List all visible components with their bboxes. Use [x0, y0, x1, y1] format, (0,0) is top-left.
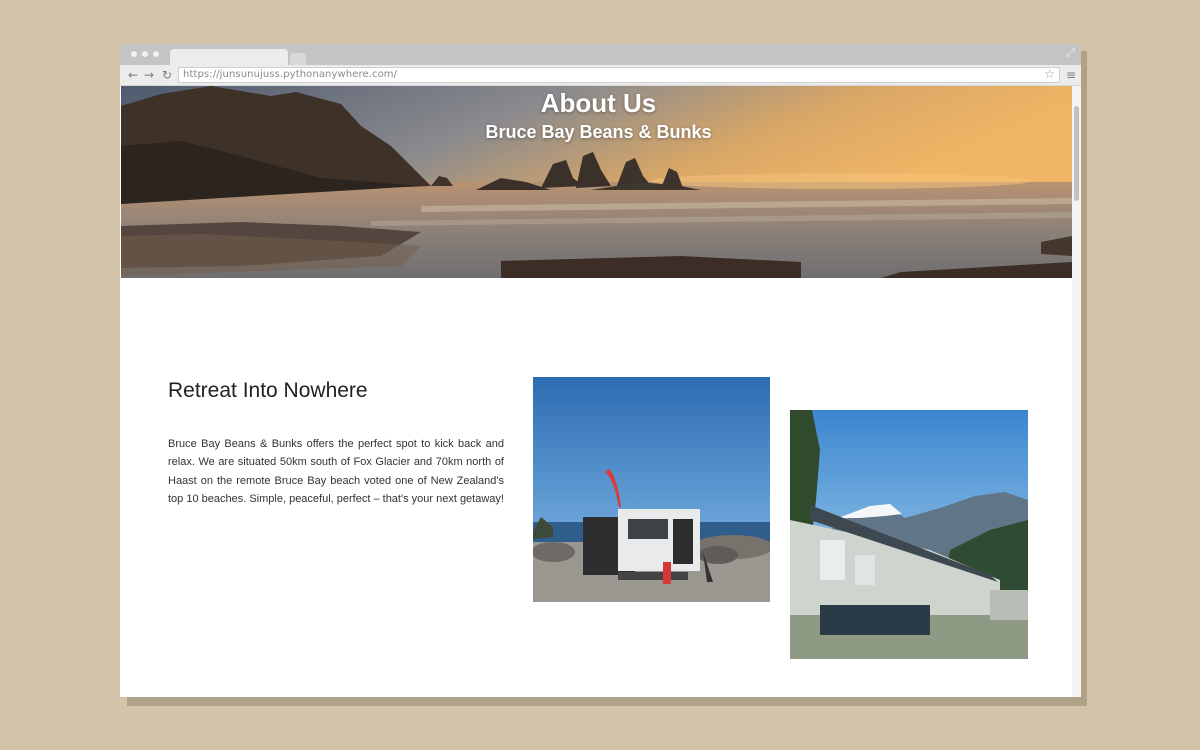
page-title: About Us	[540, 88, 657, 118]
reload-icon[interactable]: ↻	[162, 67, 172, 83]
address-bar[interactable]: https://junsunujuss.pythonanywhere.com/ …	[178, 67, 1060, 83]
browser-window: ⤢ ← → ↻ https://junsunujuss.pythonanywhe…	[120, 44, 1081, 697]
expand-icon[interactable]: ⤢	[1066, 47, 1075, 59]
back-arrow-icon[interactable]: ←	[128, 67, 138, 83]
cabins-photo	[790, 410, 1028, 659]
browser-tab[interactable]	[170, 49, 288, 65]
address-url[interactable]: https://junsunujuss.pythonanywhere.com/	[183, 68, 397, 82]
page-subtitle: Bruce Bay Beans & Bunks	[485, 122, 712, 142]
about-paragraph: Bruce Bay Beans & Bunks offers the perfe…	[168, 438, 504, 505]
browser-titlebar: ⤢	[120, 44, 1081, 65]
forward-arrow-icon[interactable]: →	[144, 67, 154, 83]
window-dot[interactable]	[131, 51, 137, 57]
scrollbar-thumb[interactable]	[1074, 106, 1079, 201]
vertical-scrollbar[interactable]	[1072, 86, 1081, 697]
page-viewport: About Us Bruce Bay Beans & Bunks Retreat…	[120, 86, 1081, 697]
window-dot[interactable]	[153, 51, 159, 57]
new-tab-button[interactable]	[290, 53, 306, 65]
star-icon[interactable]: ☆	[1044, 67, 1055, 81]
menu-icon[interactable]: ≡	[1066, 67, 1076, 83]
section-heading: Retreat Into Nowhere	[168, 379, 368, 402]
hero-banner: About Us Bruce Bay Beans & Bunks	[121, 86, 1072, 278]
coffee-cart-photo	[533, 377, 770, 602]
window-dot[interactable]	[142, 51, 148, 57]
browser-toolbar: ← → ↻ https://junsunujuss.pythonanywhere…	[120, 65, 1081, 86]
